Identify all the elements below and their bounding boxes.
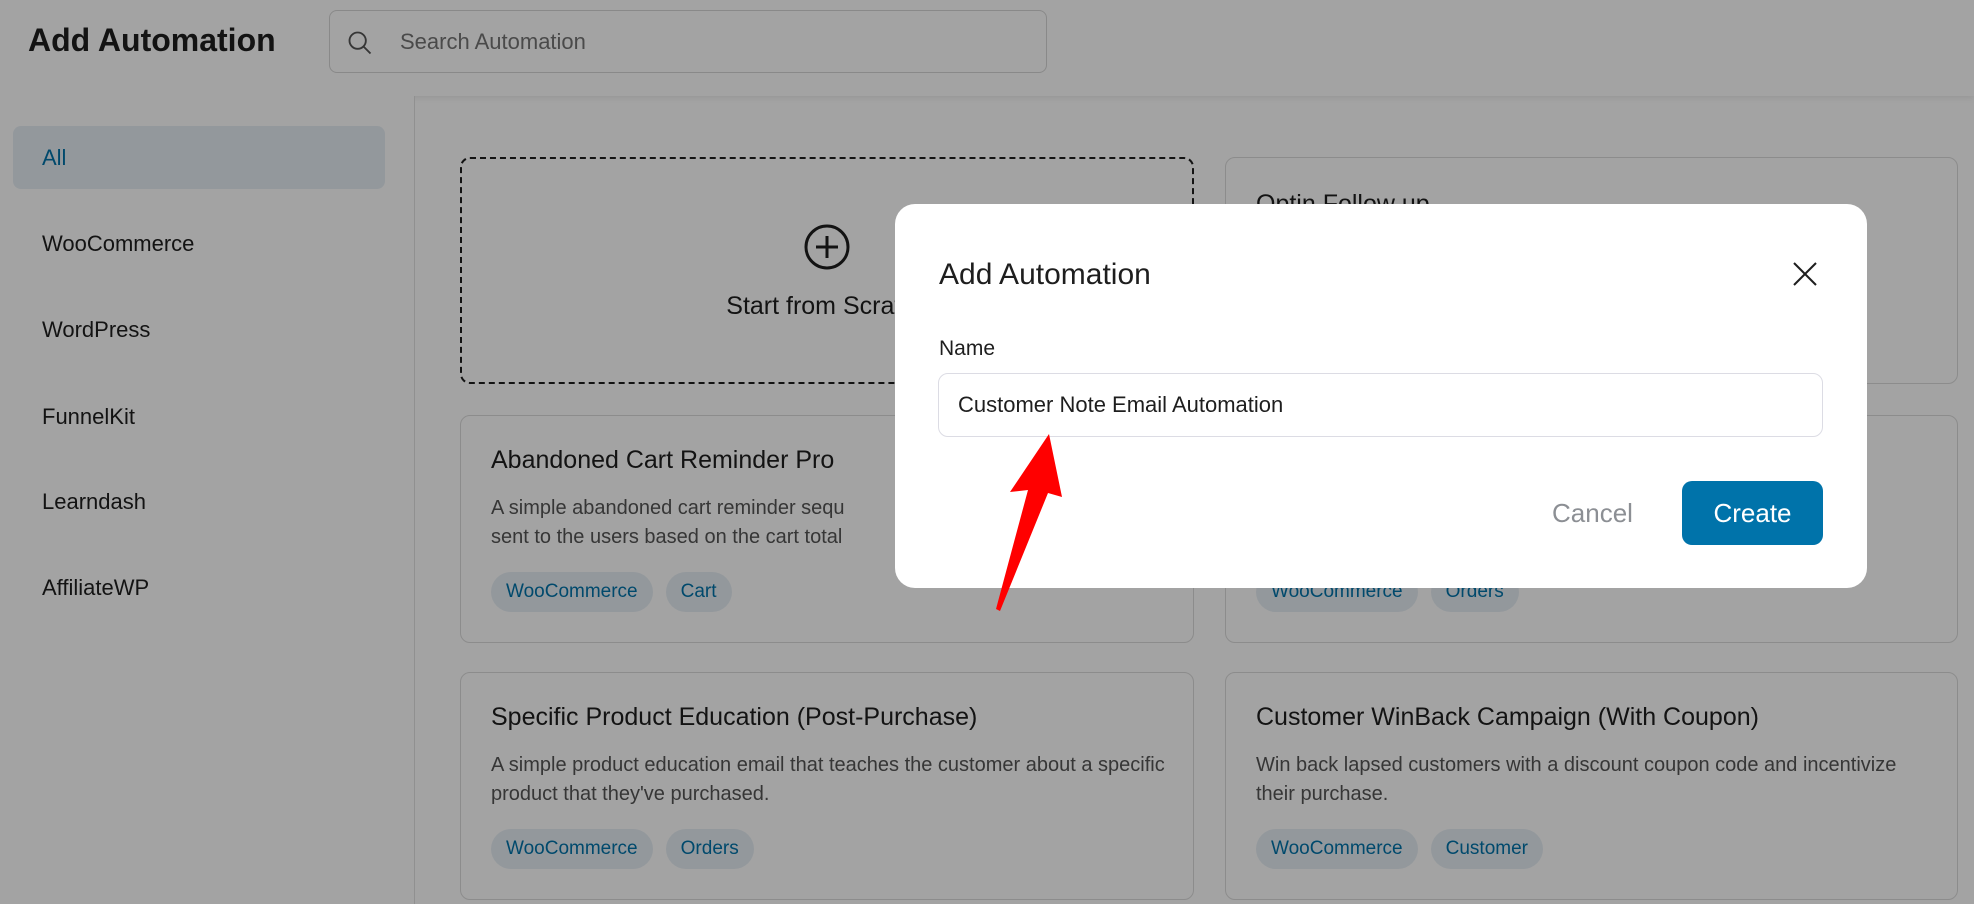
annotation-arrow-icon <box>996 434 1062 611</box>
